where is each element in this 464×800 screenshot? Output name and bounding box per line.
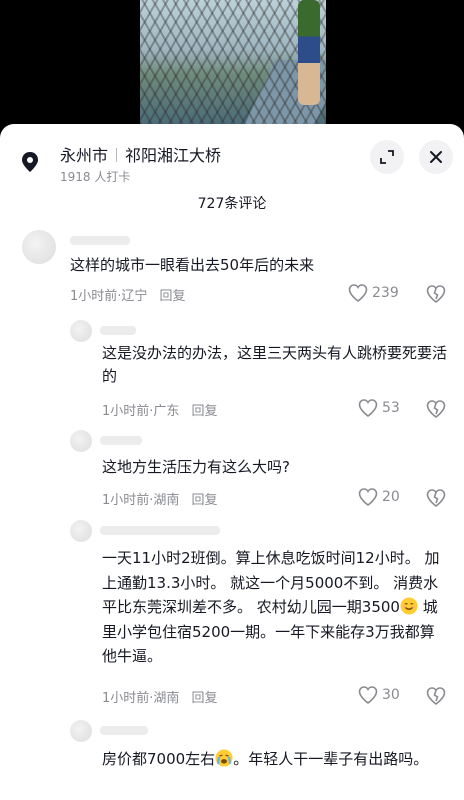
comment-time: 1小时前 [102, 404, 150, 419]
reply-button[interactable]: 回复 [159, 289, 185, 304]
comment-item: 这样的城市一眼看出去50年后的未来 1小时前·辽宁 回复 239 [0, 228, 464, 314]
checkin-count: 1918 人打卡 [60, 170, 131, 184]
comment-text: 一天11小时2班倒。算上休息吃饭时间12小时。 加上通勤13.3小时。 就这一个… [102, 546, 447, 669]
like-count: 239 [372, 285, 399, 301]
location-header[interactable]: 永州市 祁阳湘江大桥 1918 人打卡 [0, 138, 464, 190]
comment-item: 这地方生活压力有这么大吗? 1小时前·湖南 回复 20 [0, 430, 464, 514]
location-place: 祁阳湘江大桥 [125, 146, 222, 165]
comment-count: 727条评论 [197, 196, 267, 212]
title-separator [116, 148, 118, 162]
avatar[interactable] [70, 320, 92, 342]
comment-region: 湖南 [153, 691, 180, 706]
comment-item: 一天11小时2班倒。算上休息吃饭时间12小时。 加上通勤13.3小时。 就这一个… [0, 520, 464, 714]
expand-icon [380, 150, 394, 164]
like-count: 30 [382, 687, 400, 703]
close-button[interactable] [419, 140, 453, 174]
dislike-icon[interactable] [426, 400, 446, 418]
comment-text: 这样的城市一眼看出去50年后的未来 [70, 256, 315, 274]
username-placeholder[interactable] [100, 726, 148, 735]
like-count: 53 [382, 400, 400, 416]
comment-time: 1小时前 [70, 289, 118, 304]
like-button[interactable]: 239 [348, 284, 399, 302]
comment-text: 这地方生活压力有这么大吗? [102, 458, 290, 476]
heart-icon [358, 686, 378, 704]
dislike-icon[interactable] [426, 687, 446, 705]
comment-meta: 1小时前·湖南 回复 [102, 691, 218, 706]
username-placeholder[interactable] [100, 326, 136, 335]
avatar[interactable] [70, 430, 92, 452]
dislike-icon[interactable] [426, 285, 446, 303]
heart-icon [358, 399, 378, 417]
comment-meta: 1小时前·辽宁 回复 [70, 289, 186, 304]
comment-region: 辽宁 [121, 289, 148, 304]
avatar[interactable] [22, 230, 56, 264]
reply-button[interactable]: 回复 [191, 691, 217, 706]
comment-text-part-1: 一天11小时2班倒。算上休息吃饭时间12小时。 加上通勤13.3小时。 就这一个… [102, 549, 440, 616]
person-figure [298, 0, 320, 105]
avatar[interactable] [70, 520, 92, 542]
location-city: 永州市 [60, 146, 109, 165]
comment-text-part-1: 房价都7000左右 [102, 750, 216, 768]
comment-region: 湖南 [153, 493, 180, 508]
dislike-icon[interactable] [426, 489, 446, 507]
comment-item: 这是没办法的办法，这里三天两头有人跳桥要死要活的 1小时前·广东 回复 53 [0, 320, 464, 424]
comment-item: 房价都7000左右 。年轻人干一辈子有出路吗。 [0, 720, 464, 800]
comment-meta: 1小时前·湖南 回复 [102, 493, 218, 508]
video-player[interactable] [0, 0, 464, 124]
heart-icon [358, 488, 378, 506]
like-count: 20 [382, 489, 400, 505]
comment-region: 广东 [153, 404, 180, 419]
expand-button[interactable] [370, 140, 404, 174]
comment-time: 1小时前 [102, 691, 150, 706]
comment-sheet: 永州市 祁阳湘江大桥 1918 人打卡 727条评论 这样的城市一眼看出去50年后… [0, 124, 464, 800]
location-pin-icon [22, 152, 38, 172]
reply-button[interactable]: 回复 [191, 404, 217, 419]
username-placeholder[interactable] [100, 436, 142, 445]
username-placeholder[interactable] [70, 236, 130, 245]
username-placeholder[interactable] [100, 526, 220, 535]
comment-text: 这是没办法的办法，这里三天两头有人跳桥要死要活的 [102, 344, 448, 385]
comment-text: 房价都7000左右 。年轻人干一辈子有出路吗。 [102, 748, 447, 771]
video-frame [140, 0, 326, 124]
like-button[interactable]: 30 [358, 686, 400, 704]
crying-face-icon [215, 749, 233, 767]
heart-icon [348, 284, 368, 302]
like-button[interactable]: 53 [358, 399, 400, 417]
location-title: 永州市 祁阳湘江大桥 [60, 142, 221, 166]
comment-meta: 1小时前·广东 回复 [102, 404, 218, 419]
close-icon [430, 151, 442, 163]
avatar[interactable] [70, 720, 92, 742]
smiling-face-icon [400, 597, 418, 615]
reply-button[interactable]: 回复 [191, 493, 217, 508]
comment-time: 1小时前 [102, 493, 150, 508]
comment-text-part-2: 。年轻人干一辈子有出路吗。 [233, 750, 429, 768]
like-button[interactable]: 20 [358, 488, 400, 506]
